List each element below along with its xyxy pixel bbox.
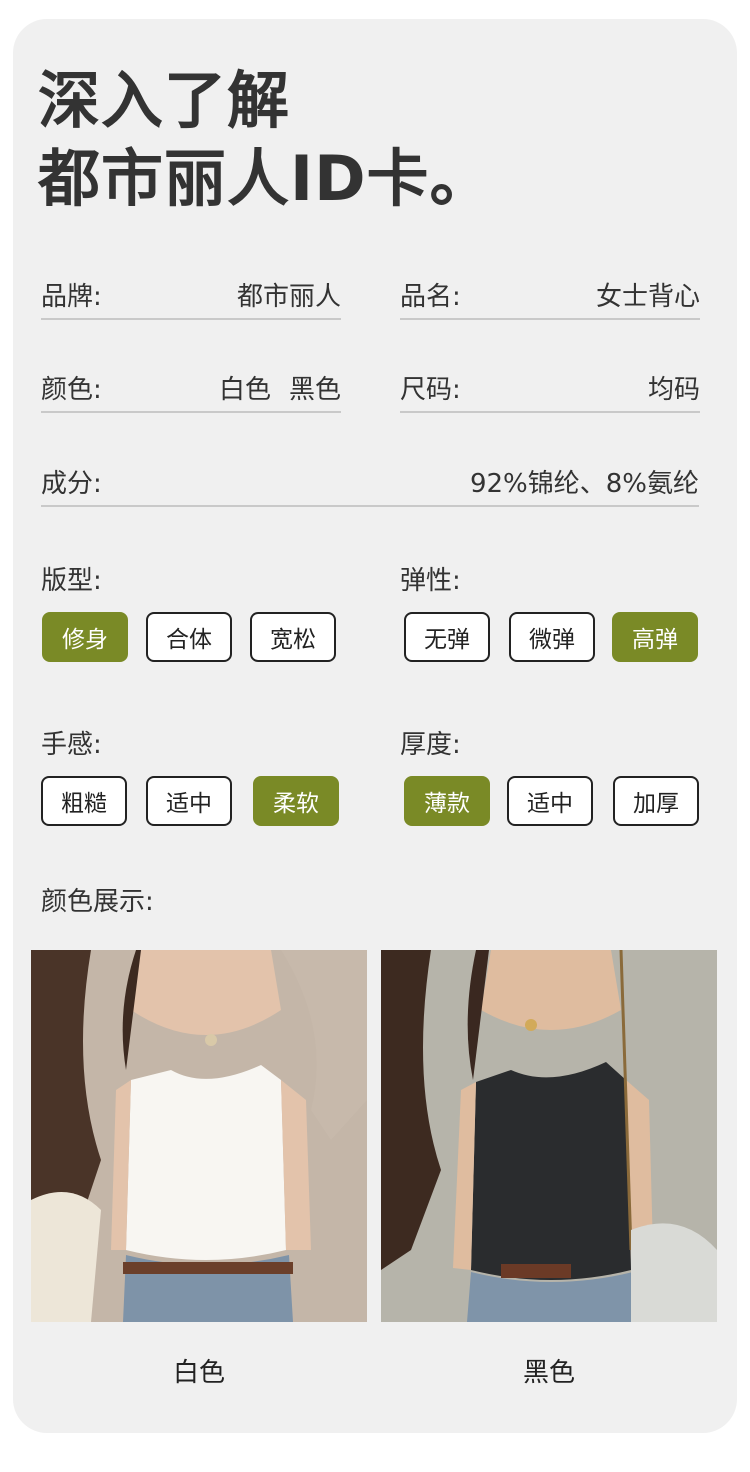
product-name-field: 品名: 女士背心 <box>400 270 700 320</box>
elasticity-option-1: 微弹 <box>509 612 595 662</box>
thickness-label: 厚度: <box>400 730 461 760</box>
black-tank-photo <box>381 950 717 1322</box>
color-value-black: 黑色 <box>288 375 341 405</box>
thickness-option-0: 薄款 <box>404 776 490 826</box>
color-values: 白色 黑色 <box>219 369 341 406</box>
thickness-option-2: 加厚 <box>613 776 699 826</box>
fit-option-1: 合体 <box>146 612 232 662</box>
elasticity-label: 弹性: <box>400 566 461 596</box>
composition-field: 成分: 92%锦纶、8%氨纶 <box>41 457 699 507</box>
brand-field: 品牌: 都市丽人 <box>41 270 341 320</box>
color-label: 颜色: <box>41 375 102 405</box>
size-label: 尺码: <box>400 375 461 405</box>
hand-feel-label: 手感: <box>41 730 102 760</box>
fit-label: 版型: <box>41 566 102 596</box>
thickness-option-1: 适中 <box>507 776 593 826</box>
brand-value: 都市丽人 <box>236 282 341 312</box>
product-name-label: 品名: <box>400 282 461 312</box>
size-field: 尺码: 均码 <box>400 363 700 413</box>
white-caption: 白色 <box>172 1358 225 1388</box>
color-display-label: 颜色展示: <box>41 887 154 917</box>
fit-option-2: 宽松 <box>250 612 336 662</box>
elasticity-option-0: 无弹 <box>404 612 490 662</box>
size-value: 均码 <box>647 375 700 405</box>
color-field: 颜色: 白色 黑色 <box>41 363 341 413</box>
fit-option-0: 修身 <box>42 612 128 662</box>
black-caption: 黑色 <box>522 1358 575 1388</box>
white-tank-photo <box>31 950 367 1322</box>
product-name-value: 女士背心 <box>595 282 700 312</box>
elasticity-option-2: 高弹 <box>612 612 698 662</box>
composition-value: 92%锦纶、8%氨纶 <box>469 469 699 499</box>
hand-feel-option-1: 适中 <box>146 776 232 826</box>
hand-feel-option-2: 柔软 <box>253 776 339 826</box>
brand-label: 品牌: <box>41 282 102 312</box>
composition-label: 成分: <box>41 469 102 499</box>
hand-feel-option-0: 粗糙 <box>41 776 127 826</box>
color-value-white: 白色 <box>218 375 271 405</box>
page-title-line-2: 都市丽人ID卡。 <box>38 142 493 215</box>
page-title-line-1: 深入了解 <box>38 64 291 137</box>
